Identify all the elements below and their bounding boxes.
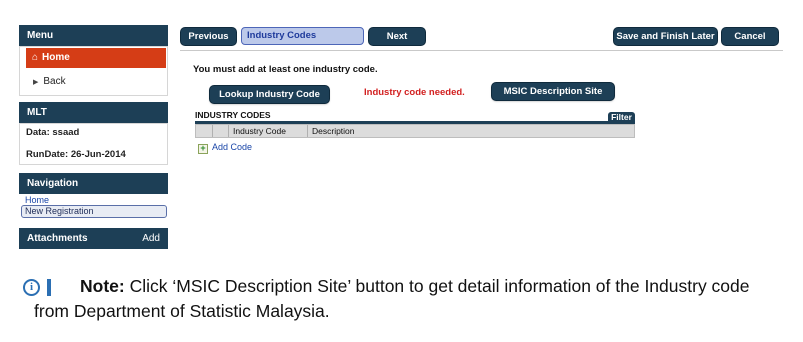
toolbar-divider <box>180 50 783 51</box>
attachments-add-button[interactable]: Add <box>142 228 160 249</box>
industry-codes-table-title: INDUSTRY CODES <box>195 110 635 124</box>
home-label: Home <box>42 52 70 63</box>
filter-button[interactable]: Filter <box>608 112 635 122</box>
cancel-button[interactable]: Cancel <box>722 28 778 45</box>
add-code-link[interactable]: + Add Code <box>198 142 253 154</box>
back-menu-item[interactable]: ▶ Back <box>28 72 166 92</box>
back-label: Back <box>43 76 66 87</box>
nav-home-link[interactable]: Home <box>25 195 49 205</box>
next-button[interactable]: Next <box>369 28 425 45</box>
instruction-text: You must add at least one industry code. <box>193 64 378 75</box>
chevron-right-icon: ▶ <box>33 79 39 86</box>
add-code-label: Add Code <box>212 142 253 152</box>
msic-description-site-button[interactable]: MSIC Description Site <box>492 83 614 100</box>
error-message: Industry code needed. <box>364 87 465 98</box>
industry-codes-table-header: Industry Code Description <box>195 124 635 138</box>
previous-button[interactable]: Previous <box>181 28 236 45</box>
nav-new-registration[interactable]: New Registration <box>21 205 167 218</box>
current-step-indicator: Industry Codes <box>241 27 364 45</box>
save-finish-later-button[interactable]: Save and Finish Later <box>614 28 717 45</box>
home-menu-item[interactable]: ⌂ Home <box>26 48 166 68</box>
description-column-header[interactable]: Description <box>307 125 634 137</box>
select-column-header <box>196 125 212 137</box>
attachments-header: Attachments Add <box>19 228 168 249</box>
home-icon: ⌂ <box>32 52 39 63</box>
note-prefix: Note: <box>80 276 125 296</box>
attachments-title: Attachments <box>27 233 88 244</box>
navigation-header: Navigation <box>19 173 168 194</box>
rundate-label: RunDate: 26-Jun-2014 <box>26 149 126 160</box>
menu-header: Menu <box>19 25 168 46</box>
lookup-industry-code-button[interactable]: Lookup Industry Code <box>210 86 329 103</box>
note-text: Note: Click ‘MSIC Description Site’ butt… <box>34 274 774 324</box>
industry-code-column-header[interactable]: Industry Code <box>228 125 307 137</box>
action-column-header <box>212 125 228 137</box>
mlt-header: MLT <box>19 102 168 123</box>
data-user-label: Data: ssaad <box>26 127 80 138</box>
note-body: Click ‘MSIC Description Site’ button to … <box>34 276 750 321</box>
add-icon: + <box>198 144 208 154</box>
